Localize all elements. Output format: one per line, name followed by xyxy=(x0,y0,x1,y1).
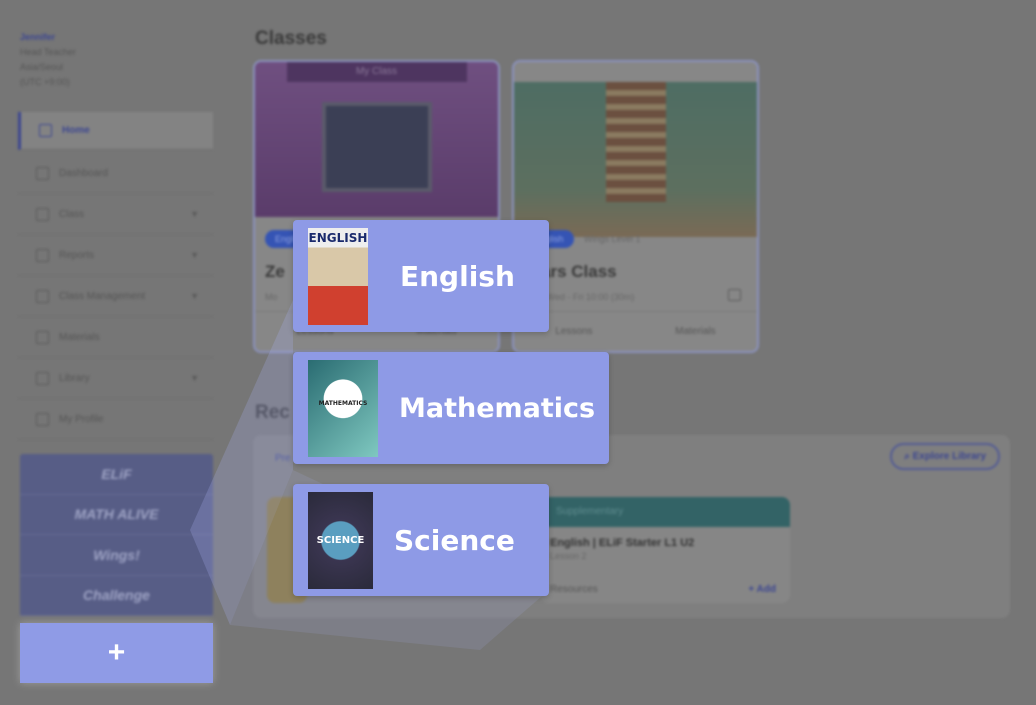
subject-option-mathematics[interactable]: MATHEMATICS Mathematics xyxy=(293,352,609,464)
plus-icon: + xyxy=(107,636,126,669)
science-cover-image: SCIENCE xyxy=(308,491,373,589)
subject-option-science[interactable]: SCIENCE Science xyxy=(293,484,549,596)
subject-label: English xyxy=(400,259,515,293)
mathematics-cover-image: MATHEMATICS xyxy=(308,359,378,457)
subject-option-english[interactable]: ENGLISH English xyxy=(293,220,549,332)
subject-label: Mathematics xyxy=(399,392,596,424)
cover-text: ENGLISH xyxy=(308,230,368,245)
english-cover-image: ENGLISH xyxy=(308,227,368,325)
cover-text: MATHEMATICS xyxy=(318,399,368,407)
subject-label: Science xyxy=(394,523,515,557)
add-program-button[interactable]: + xyxy=(20,623,213,683)
cover-text: SCIENCE xyxy=(316,534,365,546)
